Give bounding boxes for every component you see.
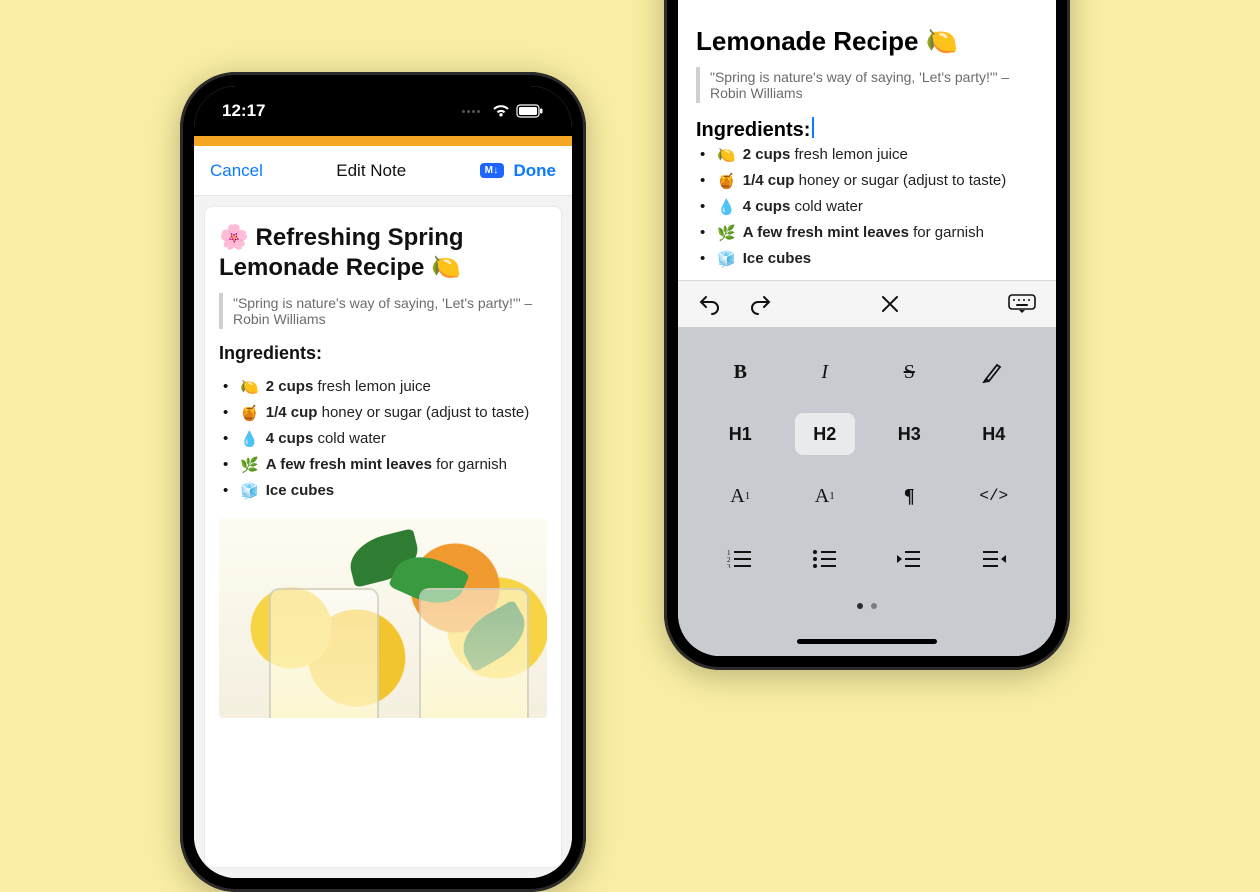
- list-item: 🌿A few fresh mint leaves for garnish: [700, 220, 1038, 246]
- navigation-bar: Cancel Edit Note M↓ Done: [194, 146, 572, 196]
- format-toolbar: [678, 280, 1056, 327]
- phone-frame-left: 12:17 Cancel Edit Note M↓ Done: [180, 72, 586, 892]
- strikethrough-button[interactable]: S: [879, 351, 939, 393]
- note-card[interactable]: Lemonade Recipe 🍋 "Spring is nature's wa…: [678, 10, 1056, 280]
- home-indicator: [797, 639, 937, 644]
- list-item: 🍋2 cups fresh lemon juice: [700, 142, 1038, 168]
- ingredients-list[interactable]: 🍋2 cups fresh lemon juice 🍯1/4 cup honey…: [696, 142, 1038, 272]
- editor-scroll-area[interactable]: 🌸 Refreshing Spring Lemonade Recipe 🍋 "S…: [194, 196, 572, 878]
- page-title: Edit Note: [263, 161, 480, 181]
- cancel-button[interactable]: Cancel: [210, 161, 263, 181]
- superscript-button[interactable]: A1: [795, 475, 855, 517]
- close-formatting-button[interactable]: [876, 290, 904, 318]
- formatting-panel: B I S H1 H2 H3 H4 A1 A1 ¶ </>: [678, 327, 1056, 656]
- accent-strip: [194, 136, 572, 146]
- phone-frame-right: Lemonade Recipe 🍋 "Spring is nature's wa…: [664, 0, 1070, 670]
- undo-button[interactable]: [694, 289, 726, 319]
- note-title[interactable]: 🌸 Refreshing Spring Lemonade Recipe 🍋: [219, 223, 547, 283]
- note-quote[interactable]: "Spring is nature's way of saying, 'Let'…: [696, 67, 1038, 103]
- list-item: 🧊Ice cubes: [700, 246, 1038, 272]
- ingredients-list[interactable]: 🍋2 cups fresh lemon juice 🍯1/4 cup honey…: [219, 374, 547, 504]
- clock: 12:17: [222, 101, 265, 121]
- italic-button[interactable]: I: [795, 351, 855, 393]
- status-bar: 12:17: [194, 86, 572, 136]
- h4-button[interactable]: H4: [964, 413, 1024, 455]
- unordered-list-button[interactable]: [795, 537, 855, 579]
- ordered-list-button[interactable]: 123: [710, 537, 770, 579]
- indent-button[interactable]: [879, 537, 939, 579]
- outdent-button[interactable]: [964, 537, 1024, 579]
- highlight-button[interactable]: [964, 351, 1024, 393]
- list-item: 💧4 cups cold water: [223, 426, 547, 452]
- h2-button[interactable]: H2: [795, 413, 855, 455]
- markdown-badge[interactable]: M↓: [480, 163, 504, 178]
- ingredients-heading[interactable]: Ingredients:: [219, 343, 547, 364]
- battery-icon: [516, 104, 544, 118]
- svg-text:3: 3: [727, 563, 731, 568]
- list-item: 🧊Ice cubes: [223, 478, 547, 504]
- list-item: 🍯1/4 cup honey or sugar (adjust to taste…: [700, 168, 1038, 194]
- subscript-button[interactable]: A1: [710, 475, 770, 517]
- wifi-icon: [492, 104, 510, 118]
- note-quote[interactable]: "Spring is nature's way of saying, 'Let'…: [219, 293, 547, 329]
- h1-button[interactable]: H1: [710, 413, 770, 455]
- note-card[interactable]: 🌸 Refreshing Spring Lemonade Recipe 🍋 "S…: [204, 206, 562, 868]
- paragraph-button[interactable]: ¶: [879, 475, 939, 517]
- list-item: 🍯1/4 cup honey or sugar (adjust to taste…: [223, 400, 547, 426]
- bold-button[interactable]: B: [710, 351, 770, 393]
- recipe-photo: [219, 518, 547, 718]
- show-keyboard-button[interactable]: [1004, 290, 1040, 318]
- list-item: 💧4 cups cold water: [700, 194, 1038, 220]
- panel-page-indicator: [698, 603, 1036, 609]
- h3-button[interactable]: H3: [879, 413, 939, 455]
- cell-signal-icon: [462, 110, 480, 113]
- list-item: 🌿A few fresh mint leaves for garnish: [223, 452, 547, 478]
- done-button[interactable]: Done: [514, 161, 557, 181]
- note-title[interactable]: Lemonade Recipe 🍋: [696, 26, 1038, 57]
- code-button[interactable]: </>: [964, 475, 1024, 517]
- ingredients-heading[interactable]: Ingredients:: [696, 117, 1038, 142]
- list-item: 🍋2 cups fresh lemon juice: [223, 374, 547, 400]
- redo-button[interactable]: [744, 289, 776, 319]
